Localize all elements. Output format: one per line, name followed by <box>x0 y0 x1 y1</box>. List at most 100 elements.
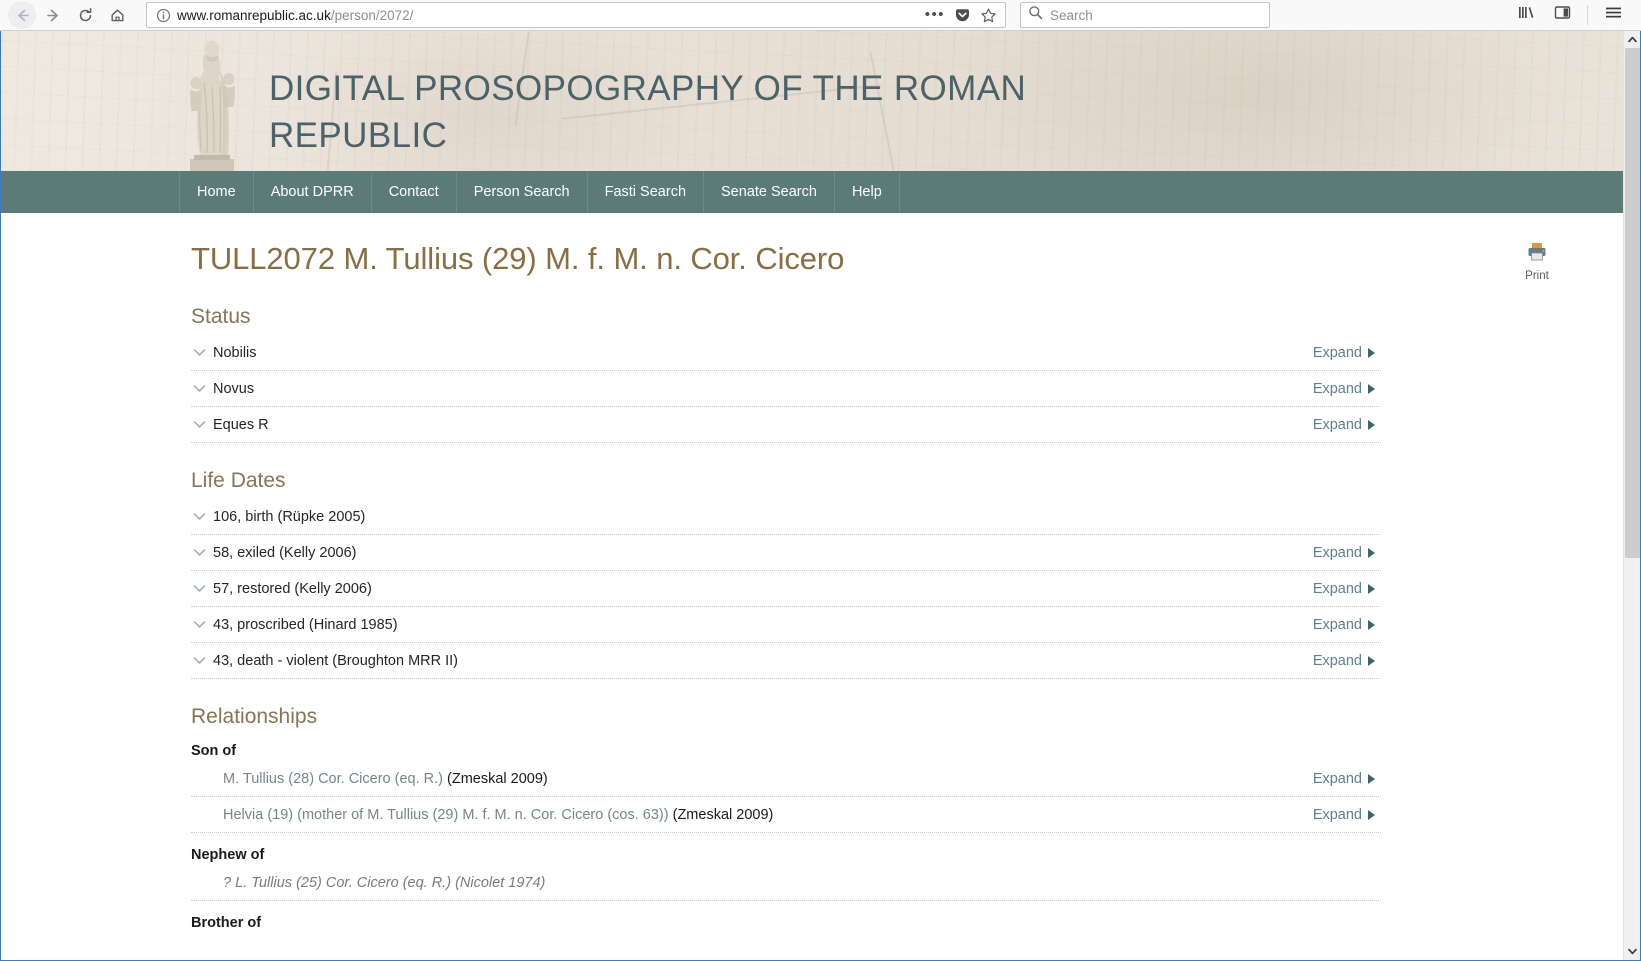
relationship-text: ? L. Tullius (25) Cor. Cicero (eq. R.) (… <box>223 875 1381 891</box>
site-info-icon[interactable] <box>153 5 173 25</box>
status-row-eques-r[interactable]: Eques R Expand <box>191 407 1381 443</box>
status-label: Eques R <box>213 416 269 433</box>
chevron-down-icon[interactable] <box>191 548 213 557</box>
relationship-group-nephew-of: Nephew of <box>191 847 265 863</box>
life-date-label: 57, restored (Kelly 2006) <box>213 580 372 597</box>
status-row-nobilis[interactable]: Nobilis Expand <box>191 335 1381 371</box>
scrollbar-thumb[interactable] <box>1625 48 1640 558</box>
section-heading-relationships: Relationships <box>191 705 318 728</box>
triangle-right-icon <box>1368 619 1375 630</box>
expand-label: Expand <box>1312 652 1362 669</box>
life-date-label: 43, death - violent (Broughton MRR II) <box>213 652 459 669</box>
relationship-text: Helvia (19) (mother of M. Tullius (29) M… <box>223 807 1313 823</box>
expand-link[interactable]: Expand <box>1313 653 1381 669</box>
expand-link[interactable]: Expand <box>1313 417 1381 433</box>
life-date-row-restored[interactable]: 57, restored (Kelly 2006) Expand <box>191 571 1381 607</box>
person-link[interactable]: M. Tullius (28) Cor. Cicero (eq. R.) <box>223 771 443 787</box>
nav-item-senate-search[interactable]: Senate Search <box>704 171 835 213</box>
nav-item-home[interactable]: Home <box>179 171 254 213</box>
expand-label: Expand <box>1312 380 1362 397</box>
page-scrollbar[interactable] <box>1623 31 1640 960</box>
expand-link[interactable]: Expand <box>1313 381 1381 397</box>
nav-item-help[interactable]: Help <box>835 171 900 213</box>
sidebar-button[interactable] <box>1546 2 1578 28</box>
content-container: TULL2072 M. Tullius (29) M. f. M. n. Cor… <box>191 213 1381 931</box>
expand-label: Expand <box>1312 544 1362 561</box>
triangle-right-icon <box>1368 583 1375 594</box>
search-input[interactable]: Search <box>1050 8 1093 23</box>
reload-button[interactable] <box>70 2 100 28</box>
nav-item-about-dprr[interactable]: About DPRR <box>254 171 372 213</box>
reload-icon <box>77 7 94 24</box>
library-button[interactable] <box>1510 2 1542 28</box>
sidebar-icon <box>1553 4 1572 26</box>
relationship-text: M. Tullius (28) Cor. Cicero (eq. R.) (Zm… <box>223 771 1313 787</box>
chevron-down-icon[interactable] <box>191 620 213 629</box>
browser-window: www.romanrepublic.ac.uk/person/2072/ •••… <box>0 0 1641 961</box>
scrollbar-track[interactable] <box>1624 48 1640 943</box>
expand-link[interactable]: Expand <box>1313 345 1381 361</box>
toolbar-right-buttons <box>1510 2 1633 28</box>
search-icon <box>1028 5 1043 25</box>
status-label: Nobilis <box>213 344 257 361</box>
expand-link[interactable]: Expand <box>1313 771 1381 787</box>
chevron-down-icon[interactable] <box>191 348 213 357</box>
page-actions-icon[interactable]: ••• <box>925 7 945 22</box>
relationship-row[interactable]: M. Tullius (28) Cor. Cicero (eq. R.) (Zm… <box>191 761 1381 797</box>
life-date-row-birth[interactable]: 106, birth (Rüpke 2005) <box>191 499 1381 535</box>
status-label: Novus <box>213 380 255 397</box>
triangle-right-icon <box>1368 383 1375 394</box>
section-heading-life-dates: Life Dates <box>191 469 286 492</box>
triangle-right-icon <box>1368 547 1375 558</box>
expand-link[interactable]: Expand <box>1313 545 1381 561</box>
person-link[interactable]: Helvia (19) (mother of M. Tullius (29) M… <box>223 807 669 823</box>
page-content: Print TULL2072 M. Tullius (29) M. f. M. … <box>1 213 1623 931</box>
life-date-label: 58, exiled (Kelly 2006) <box>213 544 357 561</box>
print-button[interactable]: Print <box>1507 241 1567 282</box>
url-host: www.romanrepublic.ac.uk <box>177 7 331 23</box>
triangle-right-icon <box>1368 419 1375 430</box>
expand-label: Expand <box>1312 806 1362 823</box>
pocket-icon[interactable] <box>954 7 971 24</box>
expand-link[interactable]: Expand <box>1313 581 1381 597</box>
print-label: Print <box>1525 270 1549 282</box>
menu-button[interactable] <box>1597 2 1629 28</box>
expand-link[interactable]: Expand <box>1313 807 1381 823</box>
home-button[interactable] <box>102 2 132 28</box>
page-title: TULL2072 M. Tullius (29) M. f. M. n. Cor… <box>191 241 845 276</box>
chevron-down-icon[interactable] <box>191 512 213 521</box>
expand-link[interactable]: Expand <box>1313 617 1381 633</box>
web-page: Digital Prosopography of the Roman Repub… <box>1 31 1623 960</box>
search-bar[interactable]: Search <box>1020 2 1270 28</box>
person-link[interactable]: ? L. Tullius (25) Cor. Cicero (eq. R.) <box>223 875 451 891</box>
nav-item-person-search[interactable]: Person Search <box>457 171 588 213</box>
relationship-source: (Nicolet 1974) <box>451 874 546 891</box>
chevron-down-icon[interactable] <box>191 584 213 593</box>
life-date-label: 43, proscribed (Hinard 1985) <box>213 616 398 633</box>
chevron-down-icon[interactable] <box>191 384 213 393</box>
nav-item-fasti-search[interactable]: Fasti Search <box>588 171 705 213</box>
relationship-group-brother-of: Brother of <box>191 915 262 931</box>
navigation-buttons <box>8 1 132 29</box>
chevron-down-icon[interactable] <box>191 420 213 429</box>
nav-item-contact[interactable]: Contact <box>372 171 457 213</box>
triangle-right-icon <box>1368 347 1375 358</box>
relationship-row[interactable]: Helvia (19) (mother of M. Tullius (29) M… <box>191 797 1381 833</box>
site-banner: Digital Prosopography of the Roman Repub… <box>1 31 1623 171</box>
status-row-novus[interactable]: Novus Expand <box>191 371 1381 407</box>
life-date-row-death[interactable]: 43, death - violent (Broughton MRR II) E… <box>191 643 1381 679</box>
expand-label: Expand <box>1312 580 1362 597</box>
scroll-down-arrow[interactable] <box>1624 943 1641 960</box>
site-title-line2: Republic <box>269 116 448 155</box>
life-date-row-proscribed[interactable]: 43, proscribed (Hinard 1985) Expand <box>191 607 1381 643</box>
chevron-down-icon[interactable] <box>191 656 213 665</box>
life-date-row-exiled[interactable]: 58, exiled (Kelly 2006) Expand <box>191 535 1381 571</box>
address-bar[interactable]: www.romanrepublic.ac.uk/person/2072/ ••• <box>146 2 1006 28</box>
forward-button[interactable] <box>38 2 68 28</box>
star-icon[interactable] <box>980 7 997 24</box>
relationship-row[interactable]: ? L. Tullius (25) Cor. Cicero (eq. R.) (… <box>191 865 1381 901</box>
back-button[interactable] <box>8 1 36 29</box>
triangle-right-icon <box>1368 773 1375 784</box>
browser-toolbar: www.romanrepublic.ac.uk/person/2072/ •••… <box>0 0 1641 31</box>
scroll-up-arrow[interactable] <box>1624 31 1641 48</box>
